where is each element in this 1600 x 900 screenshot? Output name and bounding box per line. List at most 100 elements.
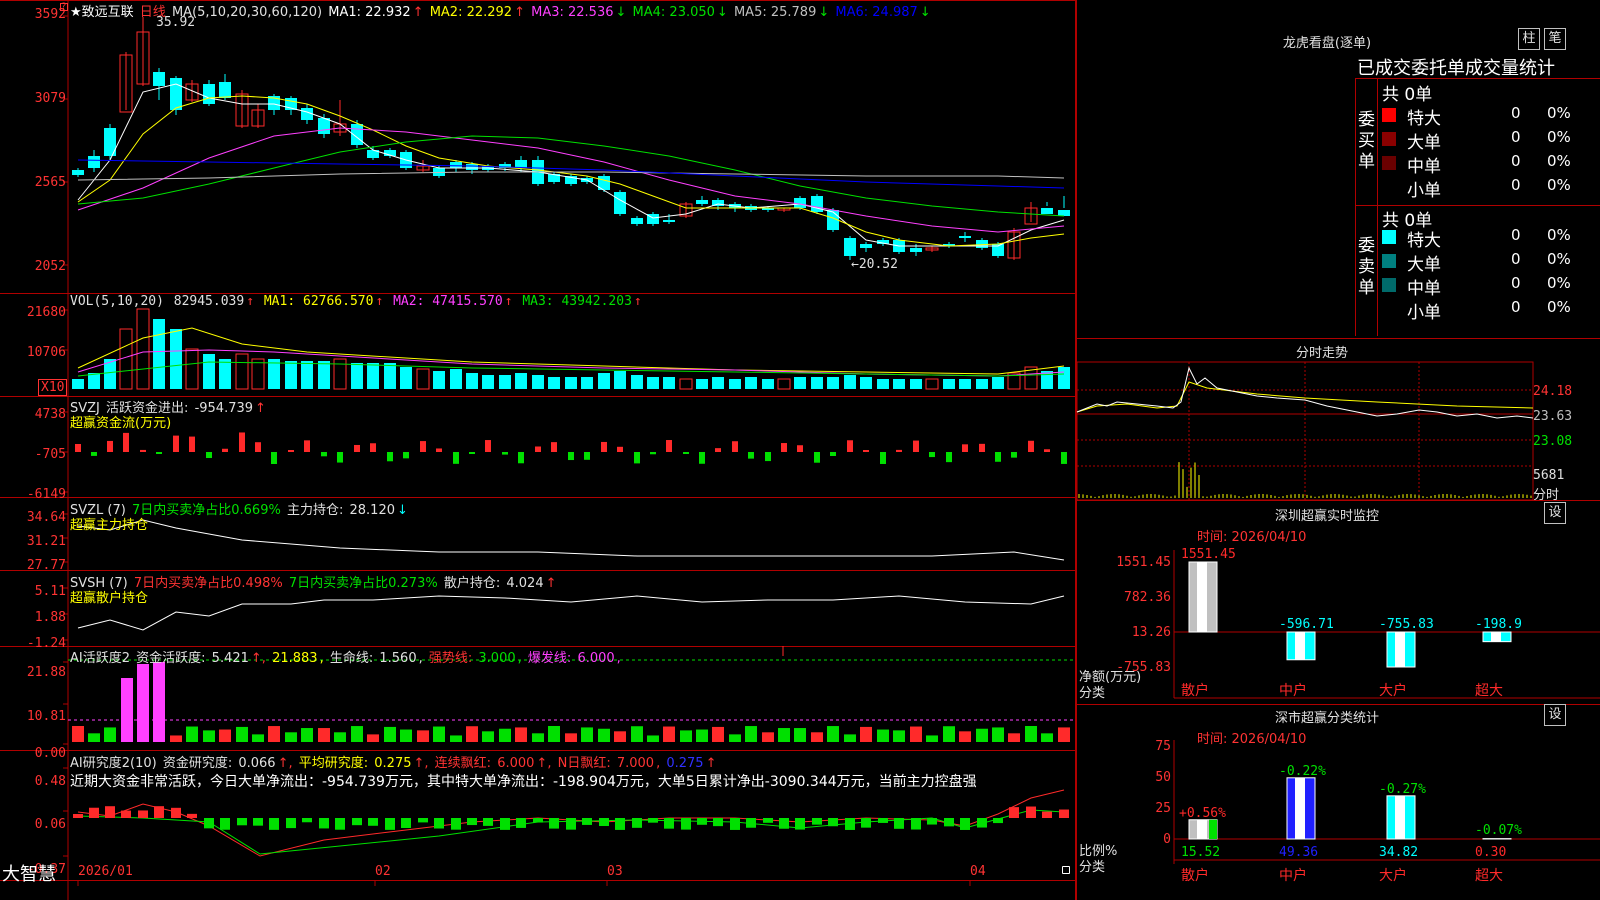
research-bar — [944, 818, 954, 827]
separator: , — [517, 651, 522, 666]
classify-value-label: 34.82 — [1379, 845, 1418, 860]
volume-bar — [416, 368, 430, 390]
brand-label[interactable]: 大智慧 — [2, 860, 56, 886]
flow-bar — [173, 435, 179, 452]
order-color-swatch — [1382, 230, 1396, 244]
volume-bar — [976, 379, 988, 389]
order-percent: 0% — [1547, 274, 1571, 292]
activity-bar — [1008, 733, 1020, 742]
candle-body — [910, 248, 922, 252]
activity-bar — [729, 734, 741, 742]
classify-value-label: 0.30 — [1475, 845, 1506, 860]
volume-bar — [136, 308, 150, 390]
research-bar — [779, 818, 789, 829]
order-size-label: 小单 — [1407, 303, 1441, 323]
monitor-bar-label: -198.9 — [1475, 617, 1522, 632]
intraday-canvas[interactable] — [1076, 361, 1600, 501]
classify-y-tick: 0 — [1163, 832, 1171, 847]
retail-holding-line — [77, 595, 1065, 631]
ai-research-v2: 0.275 — [374, 756, 412, 771]
arrow-icon: ↑, — [277, 756, 293, 771]
order-count: 0 — [1511, 152, 1521, 170]
research-bar — [648, 818, 658, 823]
vol-ma-legend-item: MA3: 43942.203 — [514, 294, 632, 309]
ma-legend-item: MA3: 22.536 — [526, 5, 614, 20]
flow-bar — [321, 452, 327, 457]
activity-bar — [811, 732, 823, 742]
monitor-chart: 1551.45 782.36 13.26 -755.83 1551.45 散户 -596.7… — [1077, 500, 1600, 704]
order-percent: 0% — [1547, 250, 1571, 268]
dragon-tiger-subtitle: 已成交委托单成交量统计 — [1357, 58, 1555, 79]
research-bar — [615, 818, 625, 830]
arrow-icon: ↑, — [536, 756, 552, 771]
candle-body — [663, 220, 675, 222]
classify-value-label: 49.36 — [1279, 845, 1318, 860]
intraday-chart[interactable] — [1076, 361, 1600, 501]
research-bar — [269, 818, 279, 830]
ma-legend-arrow: ↓ — [615, 5, 627, 20]
activity-bar — [581, 727, 593, 742]
research-bar — [467, 818, 477, 826]
classify-category-label: 中户 — [1279, 867, 1307, 884]
lock-icon[interactable] — [1062, 866, 1070, 874]
classify-change-label: -0.27% — [1379, 782, 1426, 797]
candle-body — [72, 170, 84, 175]
volume-bar — [992, 377, 1004, 389]
candle-body — [1058, 210, 1070, 216]
volume-bar — [943, 379, 955, 389]
order-color-swatch — [1382, 254, 1396, 268]
flow-bar — [962, 444, 968, 452]
research-bar — [73, 814, 83, 818]
flow-bar — [403, 452, 409, 459]
volume-bar — [696, 379, 708, 389]
ai-active-axis-label: 10.81 — [26, 709, 66, 724]
order-percent: 0% — [1547, 128, 1571, 146]
svzl-axis-label: 27.77 — [26, 558, 66, 573]
classify-bar-change — [1209, 819, 1217, 839]
separator: , — [656, 756, 661, 771]
ai-active-axis-label: 0.00 — [34, 746, 66, 761]
activity-bar — [827, 726, 839, 742]
flow-bar — [683, 452, 689, 454]
ai-active-axis-label: 21.88 — [26, 665, 66, 680]
activity-bar — [712, 726, 724, 742]
activity-bar — [186, 726, 198, 742]
order-percent: 0% — [1547, 104, 1571, 122]
monitor-category-label: 超大 — [1475, 683, 1503, 699]
svsh-value: 4.024 — [506, 576, 544, 591]
intraday-axis-label: 23.08 — [1533, 434, 1573, 449]
vol-axis-label: 10706 — [26, 345, 66, 360]
volume-bar — [235, 353, 249, 390]
volume-bar — [729, 379, 741, 389]
research-bar — [286, 818, 296, 829]
column-mode-button[interactable]: 柱 — [1518, 28, 1540, 50]
research-bar — [894, 818, 904, 829]
svzl-arrow: ↓ — [397, 503, 408, 518]
activity-bar — [844, 734, 856, 742]
vol-unit-badge: X10 — [38, 379, 68, 396]
flow-bar — [814, 452, 820, 463]
research-bar — [861, 818, 871, 828]
activity-bar — [433, 726, 445, 742]
activity-bar — [252, 734, 264, 742]
main-holding-line — [77, 519, 1065, 561]
candle-body — [860, 244, 872, 248]
order-color-swatch — [1382, 278, 1396, 292]
research-bar — [681, 818, 691, 830]
activity-bar — [794, 728, 806, 742]
research-bar — [566, 818, 576, 830]
flow-bar — [288, 450, 294, 452]
research-bar — [960, 818, 970, 830]
volume-bar — [811, 377, 823, 389]
candle-body — [153, 72, 165, 86]
research-bar — [105, 806, 115, 818]
classify-y-tick: 50 — [1155, 770, 1171, 785]
activity-bar — [318, 728, 330, 742]
ai-active-item3: 生命线: — [329, 651, 374, 666]
activity-bar — [450, 735, 462, 742]
svzj-axis-label: 4738 — [34, 407, 66, 422]
stock-name[interactable]: ★致远互联 — [70, 5, 134, 20]
tick-mode-button[interactable]: 笔 — [1544, 28, 1566, 50]
flow-bar — [255, 442, 261, 452]
volume-bar — [877, 379, 889, 389]
